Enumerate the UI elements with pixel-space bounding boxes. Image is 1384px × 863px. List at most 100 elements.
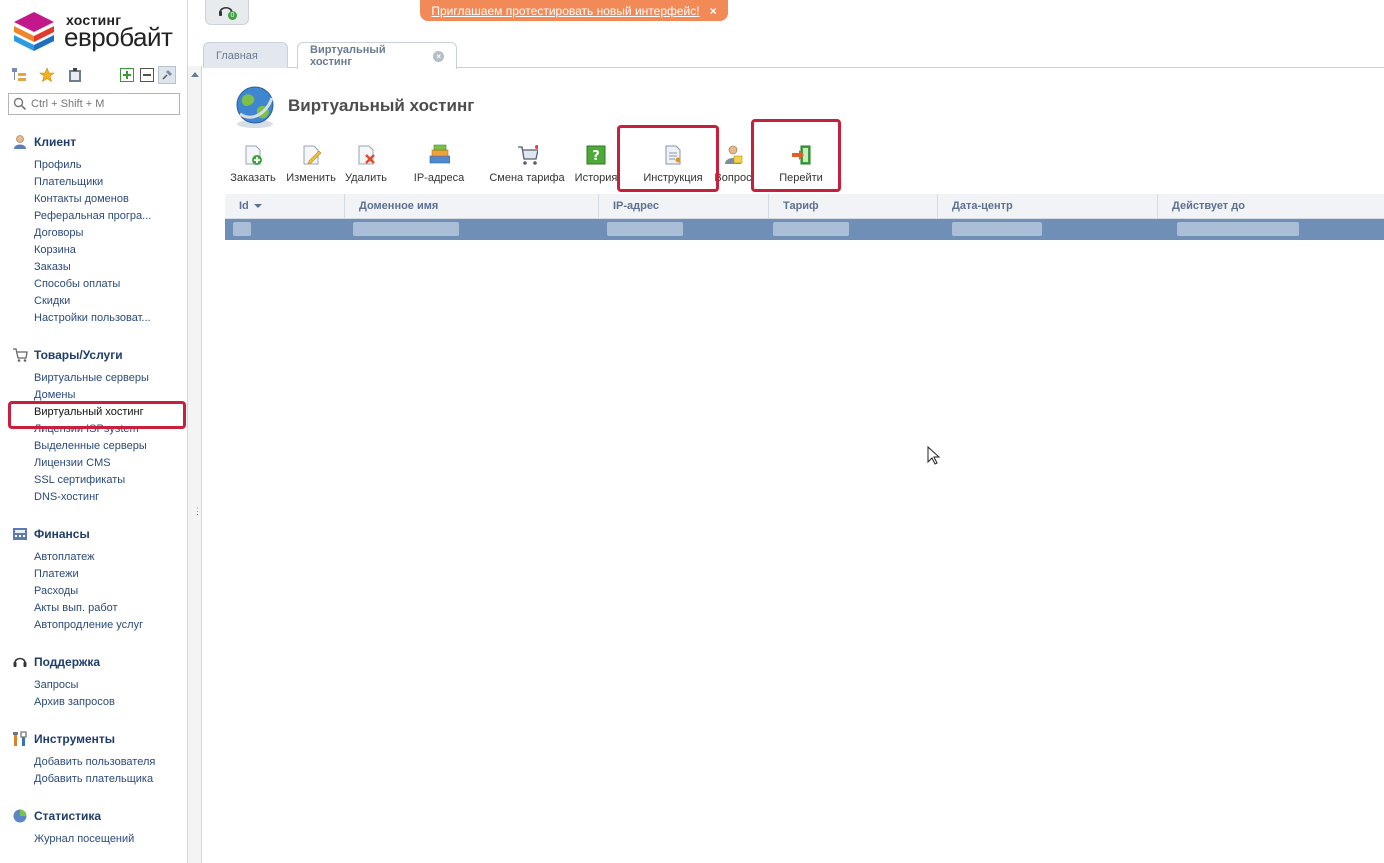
delete-button[interactable]: Удалить xyxy=(345,144,387,184)
blurred-cell-tariff xyxy=(773,222,849,236)
tree-view-icon[interactable] xyxy=(10,66,28,84)
column-header-ip[interactable]: IP-адрес xyxy=(599,194,769,219)
hosting-table: Id Доменное имя IP-адрес Тариф Дата-цент… xyxy=(225,194,1384,240)
sidebar-section-header[interactable]: Финансы xyxy=(12,523,182,545)
sidebar-item-add-user[interactable]: Добавить пользователя xyxy=(34,754,158,771)
blurred-cell-domain xyxy=(353,222,459,236)
sidebar-item-requests[interactable]: Запросы xyxy=(34,677,158,694)
column-header-valid-until[interactable]: Действует до xyxy=(1158,194,1384,219)
history-button[interactable]: ? История xyxy=(574,144,618,184)
section-title: Клиент xyxy=(34,135,77,149)
sidebar-item-add-payer[interactable]: Добавить плательщика xyxy=(34,771,158,788)
column-label: Тариф xyxy=(783,200,819,212)
column-header-domain[interactable]: Доменное имя xyxy=(345,194,599,219)
sidebar-item-requests-archive[interactable]: Архив запросов xyxy=(34,694,158,711)
sidebar-item-autorenew[interactable]: Автопродление услуг xyxy=(34,617,158,634)
sidebar-item-expenses[interactable]: Расходы xyxy=(34,583,158,600)
sidebar-item-orders[interactable]: Заказы xyxy=(34,259,158,276)
sidebar-item-cart[interactable]: Корзина xyxy=(34,242,158,259)
edit-document-icon xyxy=(300,144,322,166)
add-document-icon xyxy=(242,144,264,166)
headset-icon xyxy=(12,654,28,670)
collapse-arrow-icon[interactable] xyxy=(191,72,199,77)
sidebar-item-payers[interactable]: Плательщики xyxy=(34,174,158,191)
tab-bar: Главная Виртуальный хостинг × xyxy=(203,42,1384,69)
tab-close-icon[interactable]: × xyxy=(433,50,444,62)
collapse-all-icon[interactable] xyxy=(138,66,156,84)
sidebar-item-payment-methods[interactable]: Способы оплаты xyxy=(34,276,158,293)
support-button[interactable]: 0 xyxy=(205,0,249,25)
section-title: Товары/Услуги xyxy=(34,348,123,362)
sidebar-section-tools: Инструменты Добавить пользователя Добави… xyxy=(12,728,182,788)
sidebar-item-ssl[interactable]: SSL сертификаты xyxy=(34,472,158,489)
sidebar-section-header[interactable]: Статистика xyxy=(12,805,182,827)
splitter-grip-icon[interactable]: ⋮ xyxy=(193,506,202,517)
search-input[interactable] xyxy=(31,96,177,112)
tab-home[interactable]: Главная xyxy=(203,42,288,68)
sidebar-item-dns-hosting[interactable]: DNS-хостинг xyxy=(34,489,158,506)
column-label: IP-адрес xyxy=(613,200,659,212)
tab-label: Виртуальный хостинг xyxy=(310,44,386,68)
promo-close-button[interactable]: × xyxy=(710,4,717,18)
sort-desc-icon xyxy=(253,204,262,209)
section-title: Инструменты xyxy=(34,732,116,746)
sidebar-item-dedicated-servers[interactable]: Выделенные серверы xyxy=(34,438,158,455)
sidebar-search[interactable] xyxy=(8,93,180,115)
sidebar-item-contracts[interactable]: Договоры xyxy=(34,225,158,242)
sidebar-item-vps[interactable]: Виртуальные серверы xyxy=(34,370,158,387)
page-title: Виртуальный хостинг xyxy=(288,96,475,115)
clipboard-icon[interactable] xyxy=(66,66,84,84)
favorites-star-icon[interactable] xyxy=(38,66,56,84)
sidebar-splitter[interactable]: ⋮ xyxy=(188,66,202,863)
sidebar-section-header[interactable]: Поддержка xyxy=(12,651,182,673)
mouse-cursor-icon xyxy=(927,446,941,465)
support-count-badge: 0 xyxy=(228,11,237,20)
logo[interactable]: хостинг евробайт xyxy=(10,8,180,56)
column-header-tariff[interactable]: Тариф xyxy=(769,194,938,219)
expand-all-icon[interactable] xyxy=(118,66,136,84)
section-title: Поддержка xyxy=(34,655,101,669)
sidebar-section-header[interactable]: Товары/Услуги xyxy=(12,344,182,366)
order-button[interactable]: Заказать xyxy=(230,144,276,184)
column-header-id[interactable]: Id xyxy=(225,194,345,219)
cart-icon xyxy=(12,347,28,363)
sidebar-section-statistics: Статистика Журнал посещений xyxy=(12,805,182,848)
tariff-cart-icon xyxy=(516,144,538,166)
sidebar-item-user-settings[interactable]: Настройки пользоват... xyxy=(34,310,158,327)
sidebar-section-support: Поддержка Запросы Архив запросов xyxy=(12,651,182,711)
sidebar-item-cms-licenses[interactable]: Лицензии CMS xyxy=(34,455,158,472)
sidebar-item-profile[interactable]: Профиль xyxy=(34,157,158,174)
pie-chart-icon xyxy=(12,808,28,824)
toolbar-label: Удалить xyxy=(345,172,387,184)
sidebar-item-discounts[interactable]: Скидки xyxy=(34,293,158,310)
sidebar-toolbar xyxy=(8,66,180,86)
logo-text-main: евробайт xyxy=(64,22,173,52)
sidebar-item-payments[interactable]: Платежи xyxy=(34,566,158,583)
blurred-cell-ip xyxy=(607,222,683,236)
promo-banner: Приглашаем протестировать новый интерфей… xyxy=(420,0,728,21)
ip-addresses-button[interactable]: IP-адреса xyxy=(413,144,465,184)
sidebar-item-autopayment[interactable]: Автоплатеж xyxy=(34,549,158,566)
sidebar-item-acts[interactable]: Акты вып. работ xyxy=(34,600,158,617)
toolbar-label: История xyxy=(574,172,618,184)
column-label: Действует до xyxy=(1172,200,1245,212)
blurred-cell-id xyxy=(233,222,251,236)
promo-link[interactable]: Приглашаем протестировать новый интерфей… xyxy=(431,4,699,18)
change-tariff-button[interactable]: Смена тарифа xyxy=(489,144,565,184)
sidebar-item-referral[interactable]: Реферальная програ... xyxy=(34,208,158,225)
pin-icon[interactable] xyxy=(158,66,176,84)
tab-virtual-hosting[interactable]: Виртуальный хостинг × xyxy=(297,42,457,69)
sidebar-item-domain-contacts[interactable]: Контакты доменов xyxy=(34,191,158,208)
edit-button[interactable]: Изменить xyxy=(285,144,337,184)
question-button[interactable]: Вопрос xyxy=(715,144,751,184)
search-icon xyxy=(13,97,27,111)
column-label: Дата-центр xyxy=(952,200,1013,212)
sidebar: хостинг евробайт Клиент Пр xyxy=(0,0,188,863)
tab-label: Главная xyxy=(216,49,258,62)
sidebar-section-header[interactable]: Клиент xyxy=(12,131,182,153)
table-row[interactable] xyxy=(225,219,1384,240)
column-header-datacenter[interactable]: Дата-центр xyxy=(938,194,1158,219)
highlight-go-to xyxy=(751,119,841,192)
sidebar-item-visit-log[interactable]: Журнал посещений xyxy=(34,831,158,848)
sidebar-section-header[interactable]: Инструменты xyxy=(12,728,182,750)
